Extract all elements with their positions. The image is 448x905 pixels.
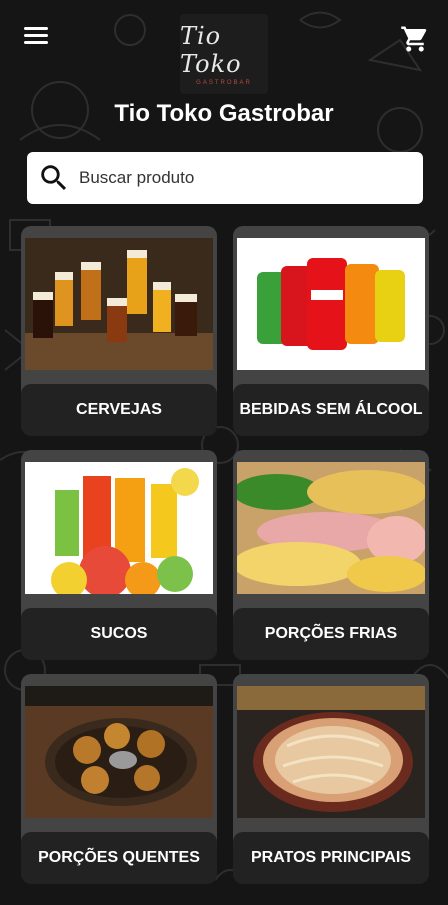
- category-card-bebidas-sem-alcool[interactable]: BEBIDAS SEM ÁLCOOL: [233, 226, 429, 436]
- cart-button[interactable]: [400, 24, 430, 54]
- porcoes-frias-image: [237, 462, 425, 594]
- category-card-porcoes-quentes[interactable]: PORÇÕES QUENTES: [21, 674, 217, 884]
- page-title: Tio Toko Gastrobar: [114, 100, 334, 127]
- menu-button[interactable]: [22, 24, 50, 48]
- cervejas-image: [25, 238, 213, 370]
- category-card-porcoes-frias[interactable]: PORÇÕES FRIAS: [233, 450, 429, 660]
- category-label: PORÇÕES FRIAS: [233, 608, 429, 660]
- category-card-pratos-principais[interactable]: PRATOS PRINCIPAIS: [233, 674, 429, 884]
- search-icon[interactable]: [37, 161, 71, 195]
- logo: Tio Toko GASTROBAR: [180, 14, 268, 94]
- pratos-principais-image: [237, 686, 425, 818]
- category-label: SUCOS: [21, 608, 217, 660]
- bebidas-sem-alcool-image: [237, 238, 425, 370]
- cart-icon: [401, 26, 427, 52]
- sucos-image: [25, 462, 213, 594]
- category-card-cervejas[interactable]: CERVEJAS: [21, 226, 217, 436]
- category-label: CERVEJAS: [21, 384, 217, 436]
- category-label: PORÇÕES QUENTES: [21, 832, 217, 884]
- category-label: BEBIDAS SEM ÁLCOOL: [233, 384, 429, 436]
- search-input[interactable]: [77, 167, 401, 189]
- category-card-sucos[interactable]: SUCOS: [21, 450, 217, 660]
- search-bar[interactable]: [27, 152, 423, 204]
- category-label: PRATOS PRINCIPAIS: [233, 832, 429, 884]
- menu-icon: [22, 27, 50, 44]
- top-bar: Tio Toko GASTROBAR: [0, 0, 448, 100]
- logo-text: Tio Toko: [180, 22, 242, 78]
- logo-subtext: GASTROBAR: [196, 80, 252, 86]
- porcoes-quentes-image: [25, 686, 213, 818]
